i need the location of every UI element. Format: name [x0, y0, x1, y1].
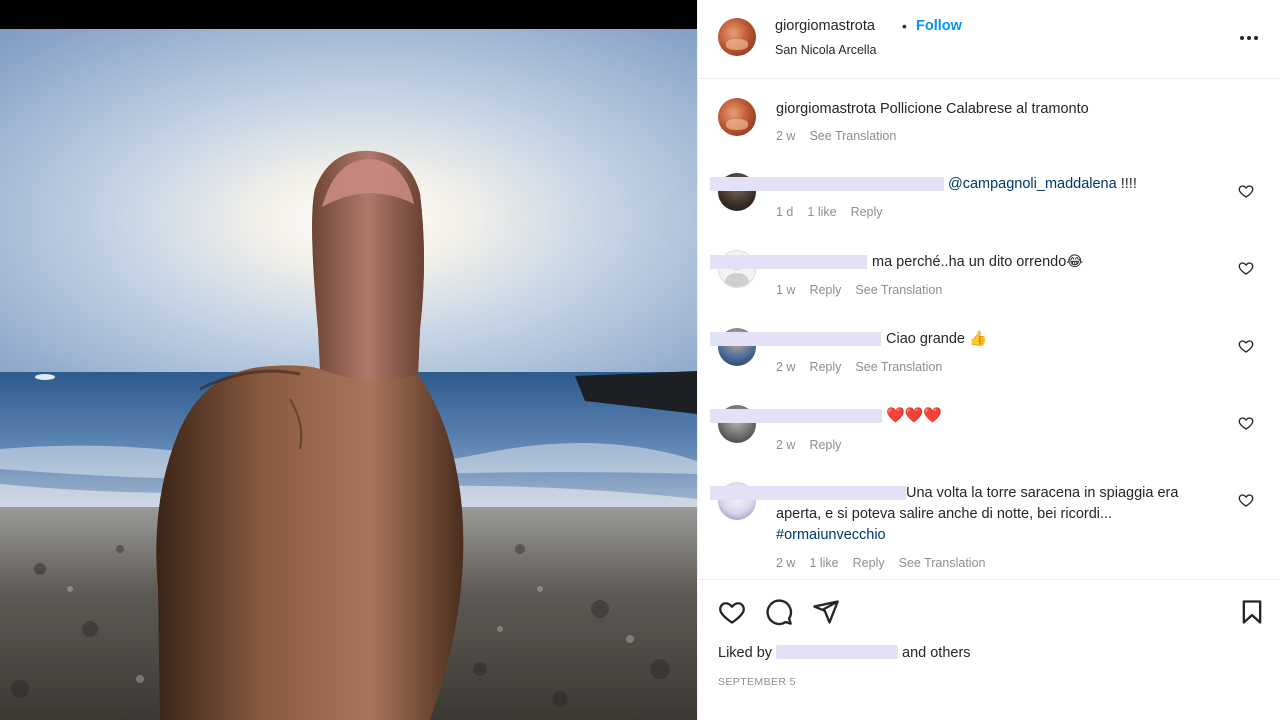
post-photo[interactable] [0, 0, 697, 720]
redacted-username [710, 486, 906, 500]
bookmark-icon[interactable] [1238, 598, 1266, 626]
photo-top-bar [0, 0, 697, 29]
post-header: giorgiomastrota • Follow San Nicola Arce… [698, 0, 1280, 79]
comment-heart-icon[interactable] [1238, 260, 1254, 276]
reply-button[interactable]: Reply [853, 556, 885, 570]
and-others-link[interactable]: and others [902, 645, 971, 661]
caption-avatar[interactable] [718, 98, 756, 136]
heart-icon[interactable] [718, 598, 746, 626]
comment-icon[interactable] [765, 598, 793, 626]
comment-text: Ciao grande 👍 [886, 331, 988, 347]
caption-meta: 2 w See Translation [776, 129, 910, 143]
comment-text: ma perché..ha un dito orrendo😂 [872, 254, 1084, 270]
redacted-username [710, 332, 881, 346]
reply-button[interactable]: Reply [809, 360, 841, 374]
header-separator: • [902, 18, 907, 34]
comment-age: 1 w [776, 283, 796, 297]
caption-text: giorgiomastrota Pollicione Calabrese al … [776, 99, 1089, 120]
comment-heart-icon[interactable] [1238, 183, 1254, 199]
comment-meta: 1 w Reply See Translation [776, 283, 956, 297]
liked-by-label: Liked by [718, 645, 773, 661]
comment-mention[interactable]: @campagnoli_maddalena [948, 176, 1117, 192]
comment-heart-icon[interactable] [1238, 415, 1254, 431]
comment-text: @campagnoli_maddalena !!!! [948, 174, 1137, 195]
comment-meta: 1 d 1 like Reply [776, 205, 897, 219]
share-icon[interactable] [812, 598, 840, 626]
comment-suffix: !!!! [1116, 176, 1137, 192]
comment-heart-icon[interactable] [1238, 338, 1254, 354]
reply-button[interactable]: Reply [851, 205, 883, 219]
caption-age: 2 w [776, 129, 796, 143]
comment-age: 1 d [776, 205, 794, 219]
comment-age: 2 w [776, 360, 796, 374]
caption-see-translation[interactable]: See Translation [809, 129, 896, 143]
post-side-panel: giorgiomastrota • Follow San Nicola Arce… [697, 0, 1280, 720]
comment-text: ❤️❤️❤️ [886, 407, 943, 424]
comment-likes[interactable]: 1 like [807, 205, 836, 219]
redacted-username [710, 255, 867, 269]
hashtag-link[interactable]: #ormaiunvecchio [776, 527, 886, 543]
comment-likes[interactable]: 1 like [809, 556, 838, 570]
caption-body: Pollicione Calabrese al tramonto [879, 101, 1089, 117]
redacted-username [710, 177, 944, 191]
redacted-username [710, 409, 882, 423]
owner-username[interactable]: giorgiomastrota [775, 18, 875, 34]
owner-avatar[interactable] [718, 18, 756, 56]
comment-meta: 2 w 1 like Reply See Translation [776, 556, 999, 570]
comment-hashtag[interactable]: #ormaiunvecchio [776, 525, 886, 546]
more-options-icon[interactable] [1236, 30, 1262, 46]
redacted-liker [776, 645, 899, 659]
reply-button[interactable]: Reply [809, 283, 841, 297]
comment-meta: 2 w Reply [776, 438, 855, 452]
post-actions: Liked by and others SEPTEMBER 5 [698, 579, 1280, 720]
comment-heart-icon[interactable] [1238, 492, 1254, 508]
see-translation-link[interactable]: See Translation [855, 283, 942, 297]
caption-username[interactable]: giorgiomastrota [776, 101, 876, 117]
liked-by-line: Liked by and others [718, 645, 971, 661]
post-date[interactable]: SEPTEMBER 5 [718, 676, 796, 688]
post-location[interactable]: San Nicola Arcella [775, 43, 876, 57]
reply-button[interactable]: Reply [809, 438, 841, 452]
comment-text-line1: Una volta la torre saracena in spiaggia … [906, 485, 1179, 501]
see-translation-link[interactable]: See Translation [899, 556, 986, 570]
comment-text-line2: aperta, e si poteva salire anche di nott… [776, 506, 1113, 522]
see-translation-link[interactable]: See Translation [855, 360, 942, 374]
comment-age: 2 w [776, 556, 796, 570]
comment-age: 2 w [776, 438, 796, 452]
comments-list[interactable]: giorgiomastrota Pollicione Calabrese al … [698, 80, 1280, 578]
comment-meta: 2 w Reply See Translation [776, 360, 956, 374]
follow-button[interactable]: Follow [916, 18, 962, 34]
thumbs-up-beach-image [0, 29, 697, 720]
